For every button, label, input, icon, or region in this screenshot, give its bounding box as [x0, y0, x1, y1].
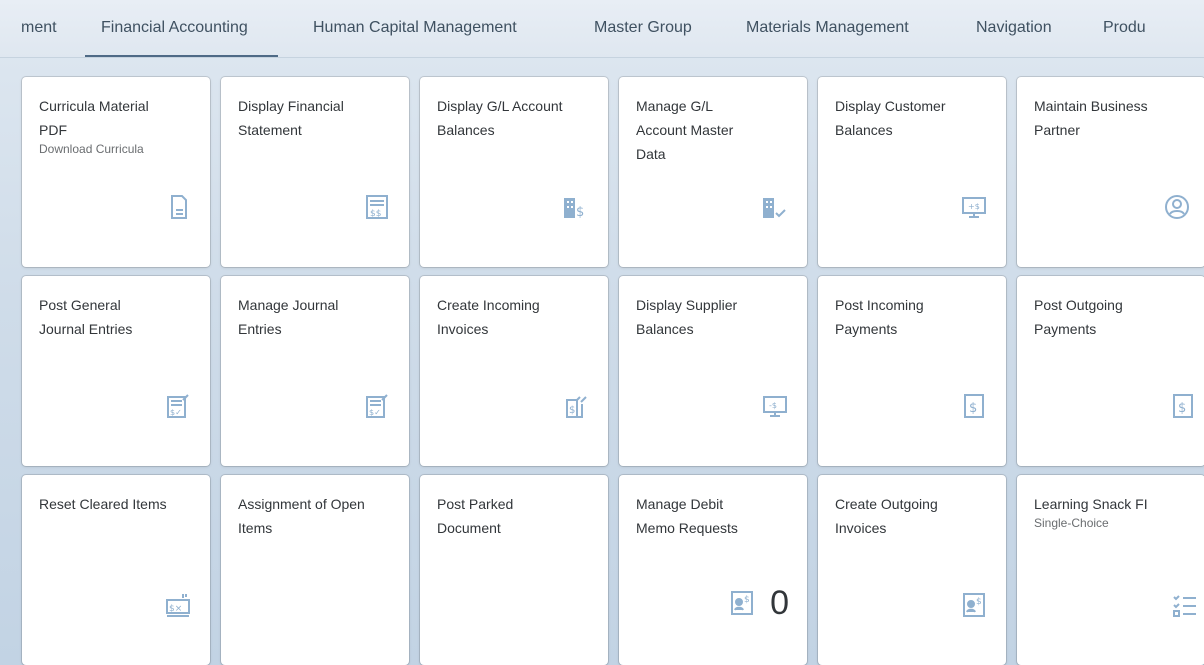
tab-navigation[interactable]: Navigation [976, 19, 1052, 37]
tile-subtitle: Download Curricula [39, 142, 144, 156]
kpi-value: 0 [770, 583, 789, 622]
building-dollar-icon: $ [562, 193, 590, 221]
tile-display-gl-account-balances[interactable]: Display G/L Account Balances $ [420, 77, 608, 267]
tile-manage-debit-memo-requests[interactable]: Manage Debit Memo Requests $ 0 [619, 475, 807, 665]
tile-post-general-journal-entries[interactable]: Post General Journal Entries $✓ [22, 276, 210, 466]
tile-title: Create Outgoing Invoices [835, 496, 938, 536]
tile-title: Curricula Material PDF [39, 98, 149, 138]
person-circle-icon [1163, 193, 1191, 221]
building-check-icon [761, 193, 789, 221]
svg-text:$: $ [744, 595, 750, 605]
tab-financial-accounting[interactable]: Financial Accounting [101, 19, 248, 37]
tile-title: Create Incoming Invoices [437, 297, 540, 337]
tile-manage-journal-entries[interactable]: Manage Journal Entries $✓ [221, 276, 409, 466]
debit-memo-icon: $ [960, 591, 988, 619]
tab-master-group[interactable]: Master Group [594, 19, 692, 37]
tile-title: Manage Journal Entries [238, 297, 339, 337]
debit-memo-icon: $ [728, 589, 756, 617]
tile-display-customer-balances[interactable]: Display Customer Balances +$ [818, 77, 1006, 267]
tile-display-supplier-balances[interactable]: Display Supplier Balances -$ [619, 276, 807, 466]
dollar-box-icon: $ [1169, 392, 1197, 420]
tile-display-financial-statement[interactable]: Display Financial Statement $$ [221, 77, 409, 267]
svg-text:$✓: $✓ [369, 408, 381, 417]
tab-materials-management[interactable]: Materials Management [746, 19, 909, 37]
tile-create-outgoing-invoices[interactable]: Create Outgoing Invoices $ [818, 475, 1006, 665]
tile-learning-snack-fi[interactable]: Learning Snack FI Single-Choice [1017, 475, 1204, 665]
monitor-plus-dollar-icon: +$ [960, 193, 988, 221]
tile-title: Manage G/L Account Master Data [636, 98, 734, 162]
journal-edit-icon: $✓ [363, 392, 391, 420]
tile-post-parked-document[interactable]: Post Parked Document [420, 475, 608, 665]
tile-title: Maintain Business Partner [1034, 98, 1148, 138]
tile-title: Post Incoming Payments [835, 297, 924, 337]
tile-title: Assignment of Open Items [238, 496, 365, 536]
tile-subtitle: Single-Choice [1034, 516, 1109, 530]
tile-maintain-business-partner[interactable]: Maintain Business Partner [1017, 77, 1204, 267]
tile-title: Manage Debit Memo Requests [636, 496, 738, 536]
svg-text:$×: $× [169, 604, 182, 614]
tile-curricula-material-pdf[interactable]: Curricula Material PDF Download Curricul… [22, 77, 210, 267]
svg-text:$: $ [1178, 401, 1186, 416]
kpi-container: $ 0 [728, 583, 789, 622]
tile-title: Display G/L Account Balances [437, 98, 563, 138]
svg-text:$: $ [969, 401, 977, 416]
svg-text:+$: +$ [968, 202, 980, 211]
tile-title: Display Financial Statement [238, 98, 344, 138]
reset-cleared-icon: $× [164, 591, 192, 619]
tile-manage-gl-account-master-data[interactable]: Manage G/L Account Master Data [619, 77, 807, 267]
svg-text:$: $ [569, 405, 575, 416]
tab-produ[interactable]: Produ [1103, 19, 1146, 37]
invoice-edit-icon: $ [562, 392, 590, 420]
active-tab-indicator [85, 55, 278, 57]
svg-text:$: $ [976, 597, 982, 607]
tile-title: Display Customer Balances [835, 98, 946, 138]
svg-text:$$: $$ [370, 209, 381, 219]
tile-title: Post General Journal Entries [39, 297, 133, 337]
tab-bar: ment Financial Accounting Human Capital … [0, 0, 1204, 58]
svg-text:$: $ [576, 205, 584, 220]
monitor-minus-dollar-icon: -$ [761, 392, 789, 420]
journal-edit-icon: $✓ [164, 392, 192, 420]
tile-title: Post Parked Document [437, 496, 514, 536]
tile-post-outgoing-payments[interactable]: Post Outgoing Payments $ [1017, 276, 1204, 466]
tab-ment[interactable]: ment [21, 19, 57, 37]
dollar-box-icon: $ [960, 392, 988, 420]
tile-title: Post Outgoing Payments [1034, 297, 1123, 337]
financial-statement-icon: $$ [363, 193, 391, 221]
tile-create-incoming-invoices[interactable]: Create Incoming Invoices $ [420, 276, 608, 466]
svg-text:-$: -$ [769, 401, 777, 410]
document-icon [164, 193, 192, 221]
svg-text:$✓: $✓ [170, 408, 182, 417]
tile-reset-cleared-items[interactable]: Reset Cleared Items $× [22, 475, 210, 665]
tile-post-incoming-payments[interactable]: Post Incoming Payments $ [818, 276, 1006, 466]
checklist-icon [1171, 591, 1199, 619]
tile-title: Display Supplier Balances [636, 297, 738, 337]
tile-title: Reset Cleared Items [39, 496, 167, 512]
tile-title: Learning Snack FI [1034, 496, 1148, 512]
tile-assignment-of-open-items[interactable]: Assignment of Open Items [221, 475, 409, 665]
tab-human-capital-management[interactable]: Human Capital Management [313, 19, 517, 37]
